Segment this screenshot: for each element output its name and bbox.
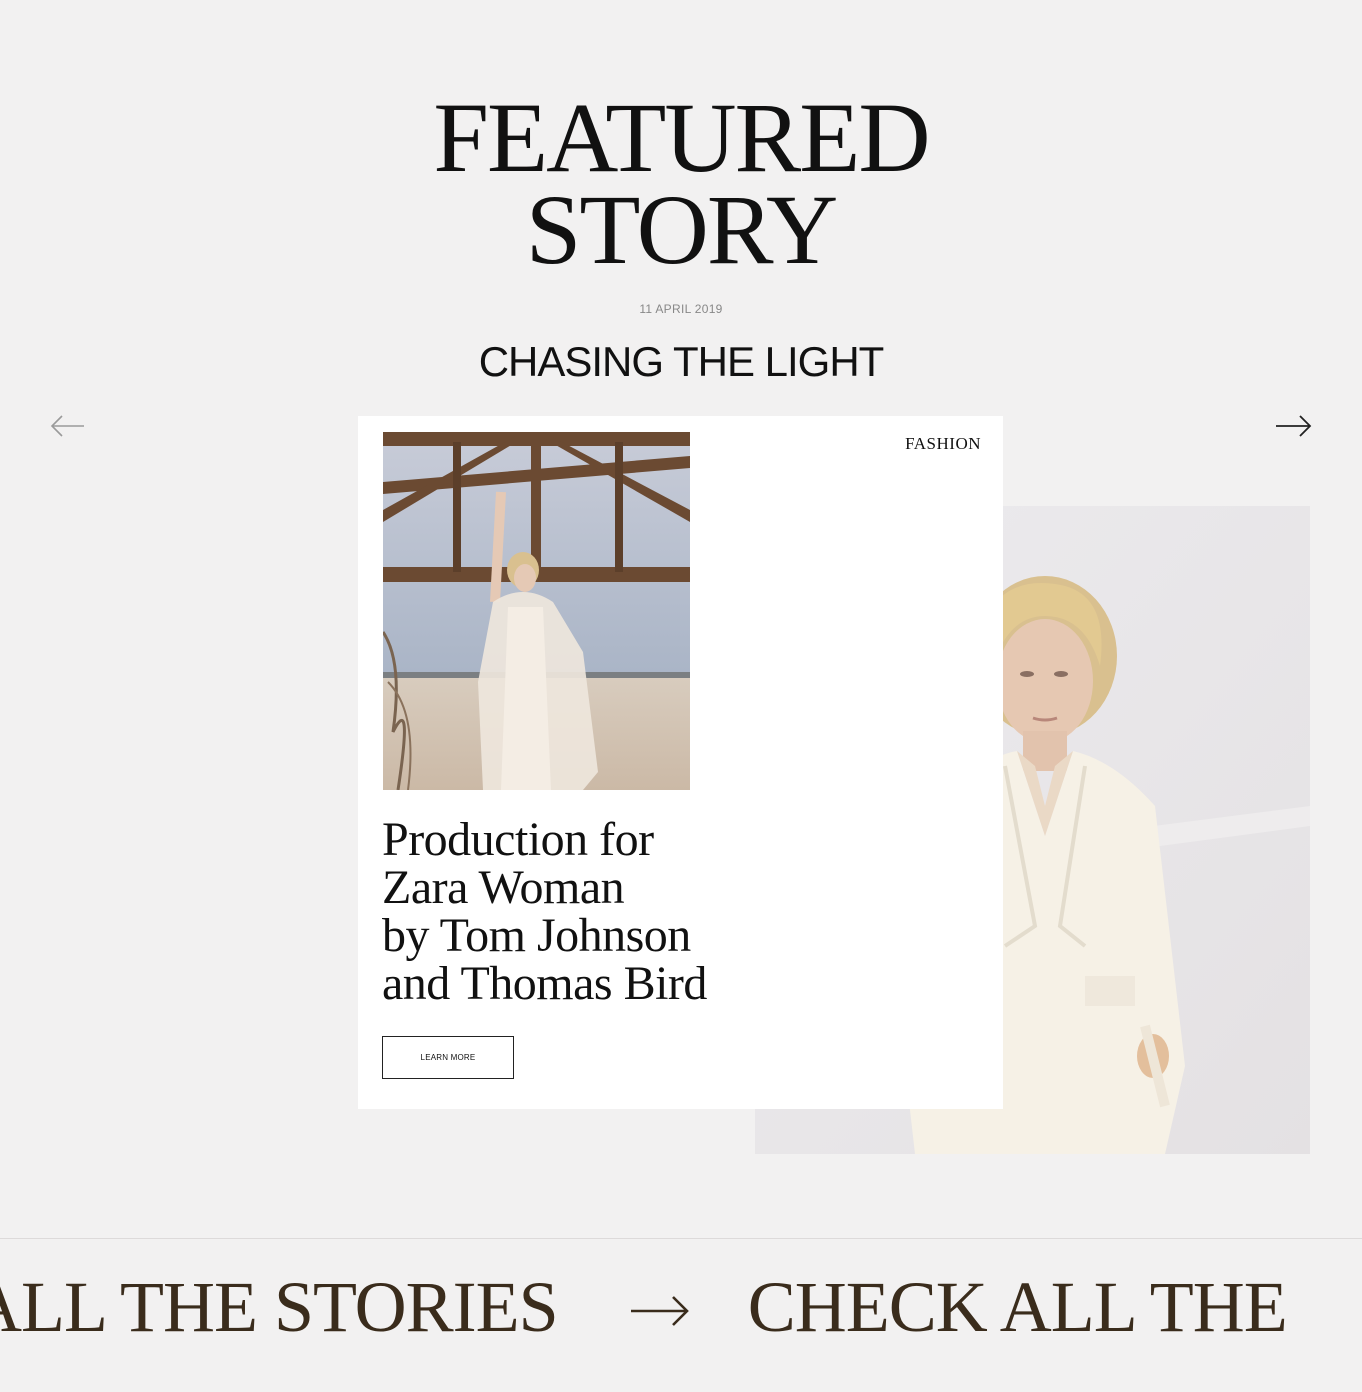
story-card-title: Production for Zara Woman by Tom Johnson… xyxy=(382,816,802,1008)
heading-line-1: FEATURED xyxy=(433,82,930,193)
marquee-text: ALL THE STORIES xyxy=(0,1267,559,1348)
featured-story-card[interactable]: FASHION Production for Zara Woman by Tom… xyxy=(358,416,1003,1109)
title-line: by Tom Johnson xyxy=(382,909,691,962)
title-line: Zara Woman xyxy=(382,861,625,914)
carousel-next-button[interactable] xyxy=(1274,410,1314,442)
arrow-left-icon xyxy=(50,415,84,437)
story-title: CHASING THE LIGHT xyxy=(478,338,885,385)
heading-line-2: STORY xyxy=(525,174,839,285)
arrow-right-icon xyxy=(1276,415,1312,437)
story-category: FASHION xyxy=(905,434,981,453)
marquee-text: CHECK ALL THE xyxy=(747,1267,1288,1348)
title-line: and Thomas Bird xyxy=(382,957,707,1010)
arrow-right-icon xyxy=(629,1265,691,1349)
title-line: Production for xyxy=(382,813,654,866)
section-divider xyxy=(0,1238,1362,1239)
story-photo-graphic xyxy=(383,432,690,790)
carousel-prev-button[interactable] xyxy=(48,410,88,442)
section-heading: FEATURED STORY xyxy=(0,82,1362,285)
story-date: 11 APRIL 2019 xyxy=(639,302,723,316)
check-all-stories-link[interactable]: ALL THE STORIES CHECK ALL THE xyxy=(0,1258,1288,1349)
learn-more-button[interactable]: LEARN MORE xyxy=(382,1036,514,1079)
story-image[interactable] xyxy=(383,432,690,790)
